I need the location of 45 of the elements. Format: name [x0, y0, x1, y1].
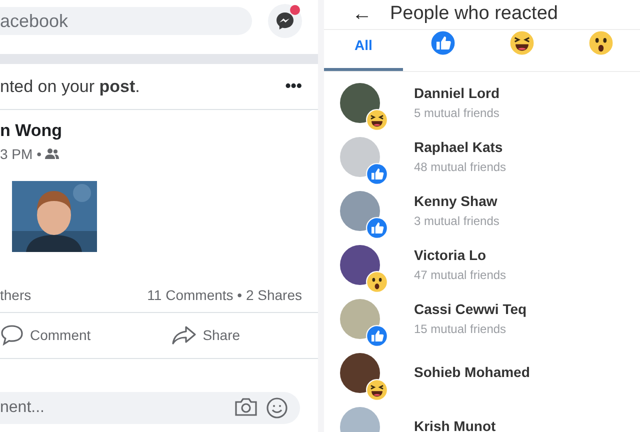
wow-icon — [588, 30, 614, 56]
messenger-button[interactable] — [268, 4, 302, 38]
like-icon — [366, 324, 388, 346]
comment-button[interactable]: Comment — [0, 324, 91, 346]
haha-icon — [366, 378, 388, 400]
haha-icon — [366, 108, 388, 130]
search-field[interactable]: acebook — [0, 7, 252, 35]
reactions-summary[interactable]: thers — [0, 284, 32, 312]
person-name[interactable]: Kenny Shaw — [414, 191, 500, 212]
friends-icon — [45, 148, 60, 160]
person-name[interactable]: Danniel Lord — [414, 83, 500, 104]
person-name[interactable]: Sohieb Mohamed — [414, 362, 530, 383]
author-name[interactable]: n Wong — [0, 118, 318, 144]
mutual-friends: 3 mutual friends — [414, 213, 500, 230]
messenger-icon — [275, 11, 295, 31]
share-icon — [170, 325, 197, 345]
mutual-friends: 48 mutual friends — [414, 159, 506, 176]
share-button[interactable]: Share — [170, 324, 240, 346]
post-time: 3 PM • — [0, 144, 42, 164]
camera-icon[interactable] — [234, 397, 258, 417]
person-name[interactable]: Raphael Kats — [414, 137, 506, 158]
avatar[interactable] — [340, 82, 380, 122]
comment-icon — [0, 324, 24, 346]
notification-dot — [290, 5, 300, 15]
person-name[interactable]: Krish Munot — [414, 416, 496, 432]
like-icon — [366, 216, 388, 238]
comment-field[interactable]: nent... — [0, 392, 300, 424]
mutual-friends: 15 mutual friends — [414, 321, 508, 338]
reaction-tab[interactable]: All — [324, 34, 403, 70]
person-name[interactable]: Cassi Cewwi Teq — [414, 299, 527, 320]
haha-icon — [508, 30, 534, 56]
like-icon — [366, 162, 388, 184]
mutual-friends: 47 mutual friends — [414, 267, 506, 284]
like-icon — [430, 30, 456, 56]
emoji-icon[interactable] — [266, 397, 288, 419]
back-button[interactable]: ← — [352, 4, 372, 24]
comments-shares-count[interactable]: 11 Comments • 2 Shares — [147, 284, 302, 312]
wow-icon — [366, 270, 388, 292]
more-button[interactable]: ••• — [285, 74, 302, 98]
avatar[interactable] — [340, 244, 380, 284]
notification-text: nted on your post. — [0, 76, 140, 98]
mutual-friends: 5 mutual friends — [414, 105, 500, 122]
person-name[interactable]: Victoria Lo — [414, 245, 506, 266]
page-title: People who reacted — [390, 2, 558, 26]
avatar[interactable] — [340, 352, 380, 392]
